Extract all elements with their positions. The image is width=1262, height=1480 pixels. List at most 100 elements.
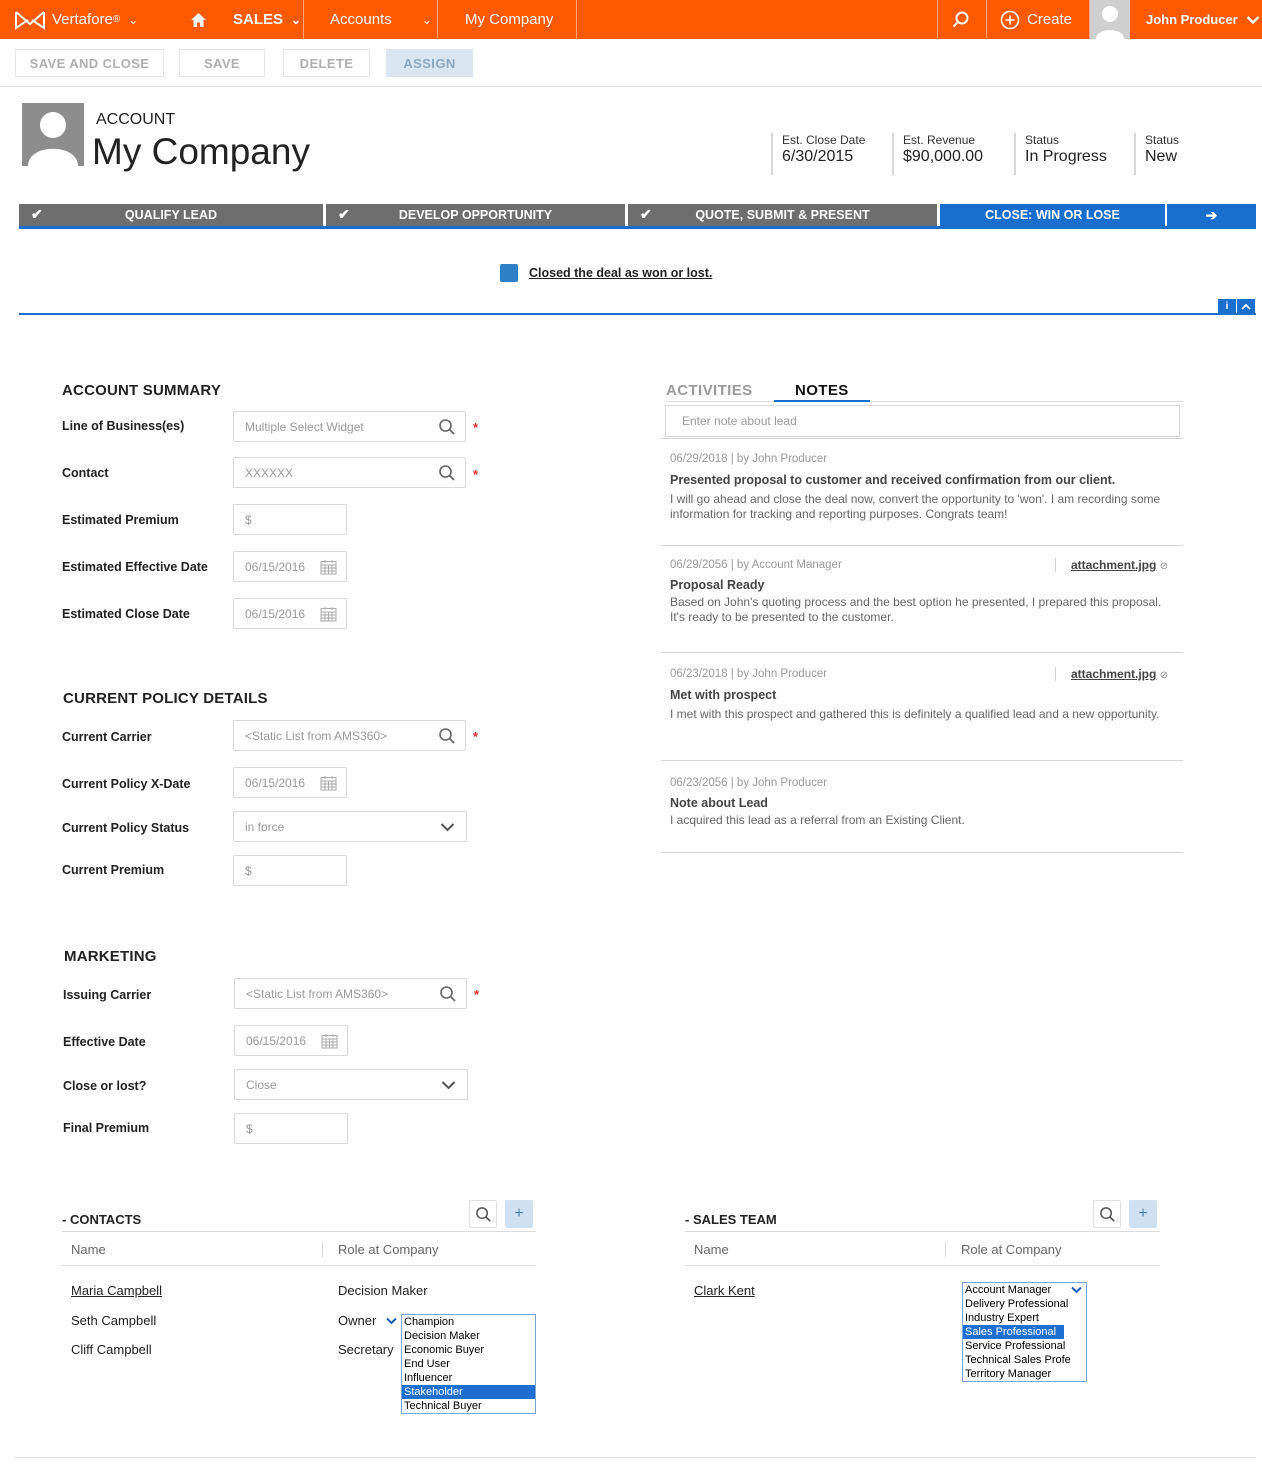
accounts-menu-label: Accounts (330, 11, 392, 28)
field-value: Close (246, 1077, 277, 1092)
column-divider (945, 1242, 946, 1257)
tab-activities[interactable]: ACTIVITIES (666, 382, 753, 399)
column-header-role[interactable]: Role at Company (338, 1242, 438, 1257)
close-or-lost-select[interactable]: Close (234, 1069, 468, 1100)
kpi-status-2: Status New (1134, 133, 1179, 175)
column-header-role[interactable]: Role at Company (961, 1242, 1061, 1257)
sales-menu[interactable]: SALES ⌄ (233, 0, 301, 39)
team-role-current[interactable]: Account Manager (963, 1283, 1086, 1297)
home-button[interactable] (190, 0, 207, 39)
note-input[interactable]: Enter note about lead (665, 405, 1180, 437)
field-value: 06/15/2016 (245, 775, 306, 790)
marketing-title: MARKETING (64, 948, 157, 965)
stage-develop-opportunity[interactable]: ✔ DEVELOP OPPORTUNITY (326, 204, 625, 226)
user-menu[interactable]: John Producer (1146, 0, 1260, 39)
user-avatar[interactable] (1090, 0, 1130, 39)
attachment-link[interactable]: attachment.jpg (1071, 667, 1156, 681)
role-option[interactable]: End User (402, 1357, 535, 1371)
brand-logo[interactable]: Vertafore ® ⌄ (14, 0, 138, 39)
contact-role-select[interactable]: Owner (338, 1313, 397, 1328)
role-option[interactable]: Decision Maker (402, 1329, 535, 1343)
field-value: XXXXXX (245, 465, 294, 480)
estimated-effective-date-field[interactable]: 06/15/2016 (233, 551, 347, 582)
plus-icon: + (1138, 1205, 1148, 1222)
current-carrier-field[interactable]: <Static List from AMS360> (233, 720, 466, 751)
current-premium-field[interactable]: $ (233, 855, 347, 886)
attachment-link[interactable]: attachment.jpg (1071, 558, 1156, 572)
current-policy-status-select[interactable]: in force (233, 811, 467, 842)
delete-button[interactable]: DELETE (283, 49, 370, 77)
tab-divider (665, 401, 1183, 402)
stage-label: DEVELOP OPPORTUNITY (398, 208, 553, 222)
team-role-listbox[interactable]: Account Manager Delivery Professional In… (962, 1282, 1087, 1382)
issuing-carrier-field[interactable]: <Static List from AMS360> (234, 978, 467, 1009)
team-role-option[interactable]: Territory Manager (963, 1367, 1086, 1381)
field-value: 06/15/2016 (245, 559, 306, 574)
team-member-name-link[interactable]: Clark Kent (694, 1283, 755, 1298)
task-checkbox[interactable] (500, 264, 518, 282)
role-option-selected[interactable]: Stakeholder (402, 1385, 535, 1399)
divider (62, 1265, 536, 1266)
role-option[interactable]: Influencer (402, 1371, 535, 1385)
next-stage-button[interactable]: ➔ (1167, 204, 1256, 226)
collapse-button[interactable] (1237, 299, 1255, 313)
add-contact-button[interactable]: + (505, 1200, 533, 1228)
contacts-search-button[interactable] (469, 1200, 497, 1228)
tab-notes[interactable]: NOTES (795, 382, 849, 399)
estimated-close-date-field[interactable]: 06/15/2016 (233, 598, 347, 629)
save-button[interactable]: SAVE (179, 49, 265, 77)
assign-button[interactable]: ASSIGN (386, 49, 473, 77)
column-header-name[interactable]: Name (694, 1242, 729, 1257)
note-meta: 06/23/2056 | by John Producer (670, 777, 828, 789)
team-role-option[interactable]: Delivery Professional (963, 1297, 1086, 1311)
team-role-option[interactable]: Service Professional (963, 1339, 1086, 1353)
stage-close-win-or-lose[interactable]: CLOSE: WIN OR LOSE (940, 204, 1165, 226)
contact-name[interactable]: Seth Campbell (71, 1313, 156, 1328)
stage-task[interactable]: Closed the deal as won or lost. (500, 264, 712, 282)
note-body: Based on John's quoting process and the … (670, 595, 1162, 624)
role-listbox[interactable]: Champion Decision Maker Economic Buyer E… (401, 1314, 536, 1414)
contact-field[interactable]: XXXXXX (233, 457, 466, 488)
team-role-option-selected[interactable]: Sales Professional (963, 1325, 1064, 1339)
role-option[interactable]: Economic Buyer (402, 1343, 535, 1357)
calendar-icon (320, 607, 337, 622)
divider (661, 652, 1183, 653)
divider (661, 545, 1183, 546)
final-premium-field[interactable]: $ (234, 1113, 348, 1144)
line-of-business-field[interactable]: Multiple Select Widget (233, 411, 466, 442)
top-navigation-bar: Vertafore ® ⌄ SALES ⌄ Accounts ⌄ My Company… (0, 0, 1262, 39)
sales-menu-label: SALES (233, 11, 284, 28)
current-policy-xdate-field[interactable]: 06/15/2016 (233, 767, 347, 798)
add-team-member-button[interactable]: + (1129, 1200, 1157, 1228)
contact-name-link[interactable]: Maria Campbell (71, 1283, 162, 1298)
note-attachment: attachment.jpg ⊘ (1055, 558, 1168, 572)
divider (685, 1265, 1160, 1266)
chevron-down-icon: ⌄ (128, 12, 139, 27)
info-button[interactable]: i (1218, 299, 1236, 313)
stage-quote-submit-present[interactable]: ✔ QUOTE, SUBMIT & PRESENT (628, 204, 937, 226)
team-role-option[interactable]: Industry Expert (963, 1311, 1086, 1325)
note-body: I acquired this lead as a referral from … (670, 813, 965, 827)
stage-qualify-lead[interactable]: ✔ QUALIFY LEAD (19, 204, 323, 226)
kpi-est-revenue: Est. Revenue $90,000.00 (892, 133, 983, 175)
vertafore-logo-icon (15, 10, 45, 30)
role-option[interactable]: Technical Buyer (402, 1399, 535, 1413)
contact-name[interactable]: Cliff Campbell (71, 1342, 152, 1357)
team-role-option[interactable]: Technical Sales Profe (963, 1353, 1086, 1367)
checkmark-icon: ✔ (640, 206, 652, 222)
search-button[interactable] (952, 0, 970, 39)
create-button[interactable]: Create (1000, 0, 1072, 39)
sales-team-search-button[interactable] (1093, 1200, 1121, 1228)
stage-task-link[interactable]: Closed the deal as won or lost. (529, 266, 712, 280)
divider (661, 760, 1183, 761)
field-label: Current Policy X-Date (62, 777, 191, 791)
estimated-premium-field[interactable]: $ (233, 504, 347, 535)
field-value: 06/15/2016 (246, 1033, 307, 1048)
role-option[interactable]: Champion (402, 1315, 535, 1329)
record-breadcrumb[interactable]: My Company (465, 0, 553, 39)
column-header-name[interactable]: Name (71, 1242, 106, 1257)
effective-date-field[interactable]: 06/15/2016 (234, 1025, 348, 1056)
save-and-close-button[interactable]: SAVE AND CLOSE (15, 49, 164, 77)
accounts-menu[interactable]: Accounts ⌄ (330, 0, 432, 39)
divider (62, 1231, 536, 1232)
